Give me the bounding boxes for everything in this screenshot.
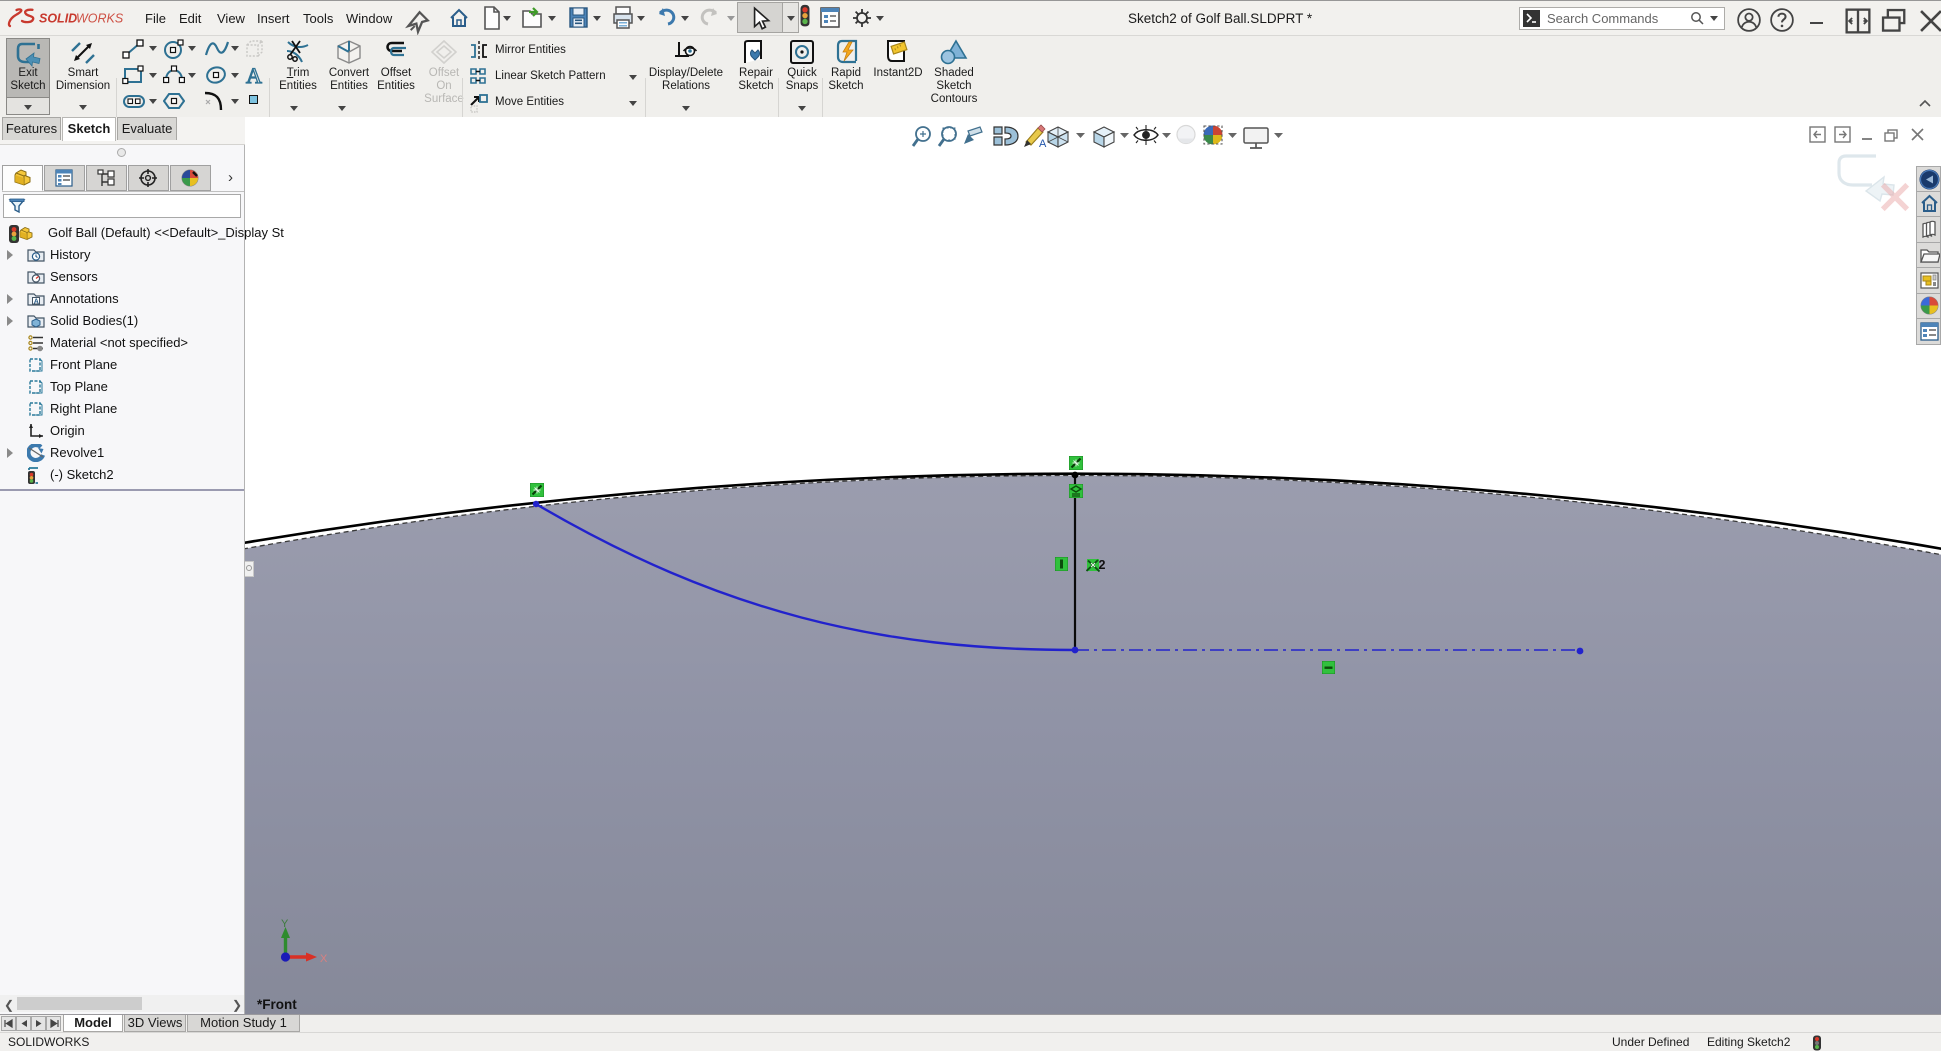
svg-text:A: A [34,299,39,306]
svg-text:A: A [1039,138,1047,150]
svg-text:X: X [320,953,328,965]
svg-text:Y: Y [281,918,289,930]
svg-text:SOLID: SOLID [39,12,77,26]
svg-text:A: A [246,63,262,87]
svg-text:WORKS: WORKS [76,12,124,26]
